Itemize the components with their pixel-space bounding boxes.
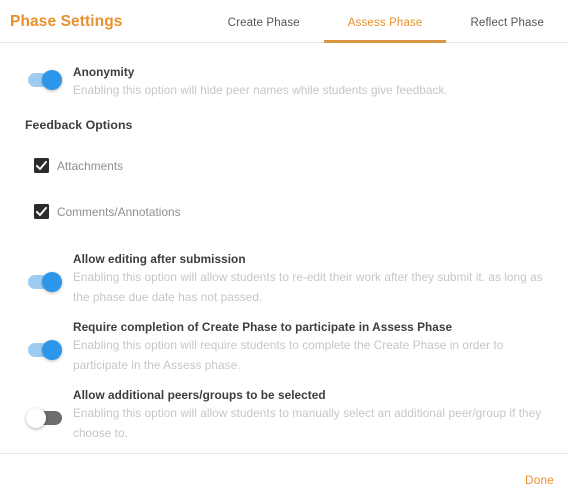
tab-assess-phase-label: Assess Phase — [347, 17, 423, 29]
toggle-require-create-phase[interactable] — [28, 340, 62, 360]
toggle-anonymity[interactable] — [28, 70, 62, 90]
tab-assess-phase[interactable]: Assess Phase — [323, 0, 447, 43]
toggle-allow-editing[interactable] — [28, 272, 62, 292]
setting-text-allow-additional-peers: Allow additional peers/groups to be sele… — [73, 387, 561, 443]
checkbox-comments-annotations[interactable] — [34, 204, 49, 219]
setting-text-anonymity: Anonymity Enabling this option will hide… — [73, 64, 464, 100]
setting-text-require-create-phase: Require completion of Create Phase to pa… — [73, 319, 529, 375]
setting-row-allow-additional-peers: Allow additional peers/groups to be sele… — [0, 387, 568, 443]
checkbox-label-attachments: Attachments — [57, 158, 124, 173]
toggle-knob — [42, 272, 62, 292]
done-button[interactable]: Done — [525, 473, 554, 487]
active-tab-underline — [323, 40, 447, 43]
setting-description-anonymity: Enabling this option will hide peer name… — [73, 83, 448, 97]
checkbox-row-attachments[interactable]: Attachments — [0, 158, 568, 173]
tab-bar: Create Phase Assess Phase Reflect Phase — [204, 0, 568, 43]
check-icon — [36, 160, 47, 170]
footer-divider — [0, 453, 568, 454]
setting-row-require-create-phase: Require completion of Create Phase to pa… — [0, 319, 568, 375]
toggle-knob — [42, 70, 62, 90]
toggle-knob — [26, 408, 46, 428]
page-header: Phase Settings Create Phase Assess Phase… — [0, 0, 568, 43]
check-icon — [36, 206, 47, 216]
tab-create-phase[interactable]: Create Phase — [204, 0, 324, 42]
section-heading-feedback-options: Feedback Options — [25, 118, 133, 132]
setting-title-allow-editing: Allow editing after submission — [73, 252, 246, 266]
checkbox-attachments[interactable] — [34, 158, 49, 173]
checkbox-row-comments-annotations[interactable]: Comments/Annotations — [0, 204, 568, 219]
setting-title-require-create-phase: Require completion of Create Phase to pa… — [73, 320, 453, 334]
setting-title-allow-additional-peers: Allow additional peers/groups to be sele… — [73, 388, 326, 402]
setting-description-require-create-phase: Enabling this option will require studen… — [73, 338, 504, 372]
setting-row-allow-editing: Allow editing after submission Enabling … — [0, 251, 568, 307]
tab-create-phase-label: Create Phase — [227, 17, 300, 29]
setting-description-allow-additional-peers: Enabling this option will allow students… — [73, 406, 542, 440]
tab-reflect-phase-label: Reflect Phase — [470, 17, 544, 29]
setting-title-anonymity: Anonymity — [73, 65, 135, 79]
setting-row-anonymity: Anonymity Enabling this option will hide… — [0, 64, 568, 100]
setting-text-allow-editing: Allow editing after submission Enabling … — [73, 251, 561, 307]
settings-panel: Anonymity Enabling this option will hide… — [0, 64, 568, 443]
checkbox-label-comments-annotations: Comments/Annotations — [57, 204, 181, 219]
page-title: Phase Settings — [10, 13, 123, 30]
toggle-knob — [42, 340, 62, 360]
tab-reflect-phase[interactable]: Reflect Phase — [446, 0, 568, 42]
setting-description-allow-editing: Enabling this option will allow students… — [73, 270, 543, 304]
toggle-allow-additional-peers[interactable] — [26, 408, 62, 428]
